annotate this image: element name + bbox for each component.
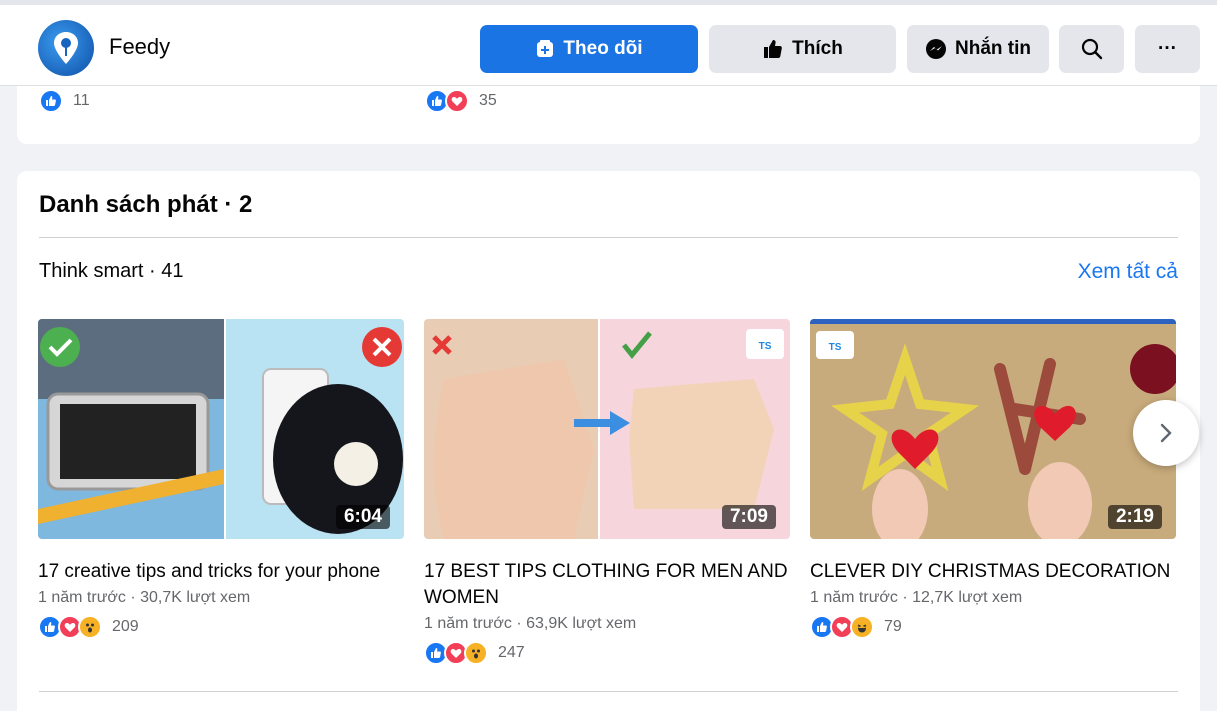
reaction-summary[interactable]: 79 bbox=[810, 615, 1176, 639]
see-all-link[interactable]: Xem tất cả bbox=[1078, 260, 1178, 284]
divider bbox=[39, 691, 1178, 692]
video-card[interactable]: TS 7:09 17 BEST TIPS CLOTHING FOR MEN AN… bbox=[424, 319, 790, 665]
video-meta: 1 năm trước · 30,7K lượt xem bbox=[38, 589, 251, 606]
more-options-button[interactable]: ··· bbox=[1135, 25, 1200, 73]
chevron-right-icon bbox=[1160, 423, 1172, 443]
follow-icon bbox=[537, 40, 554, 57]
video-meta: 1 năm trước · 12,7K lượt xem bbox=[810, 589, 1023, 606]
video-card[interactable]: TS 2:19 CLEVER DIY CHRISTMAS DECORATION … bbox=[810, 319, 1176, 639]
page-name[interactable]: Feedy bbox=[109, 34, 170, 60]
messenger-icon bbox=[926, 39, 946, 59]
follow-button[interactable]: Theo dõi bbox=[480, 25, 698, 73]
reaction-count: 11 bbox=[73, 92, 90, 109]
love-reaction-icon bbox=[445, 89, 469, 113]
video-card[interactable]: 6:04 17 creative tips and tricks for you… bbox=[38, 319, 404, 639]
playlists-section: Danh sách phát · 2 Think smart · 41 Xem … bbox=[17, 171, 1200, 711]
video-thumbnail[interactable]: 6:04 bbox=[38, 319, 404, 539]
video-title[interactable]: CLEVER DIY CHRISTMAS DECORATION bbox=[810, 559, 1176, 585]
svg-text:TS: TS bbox=[759, 341, 772, 352]
page-header: Feedy Theo dõi Thích Nhắn tin ··· bbox=[0, 0, 1217, 86]
wow-reaction-icon bbox=[464, 641, 488, 665]
video-thumbnail[interactable]: TS 2:19 bbox=[810, 319, 1176, 539]
svg-text:TS: TS bbox=[829, 342, 842, 353]
video-meta: 1 năm trước · 63,9K lượt xem bbox=[424, 615, 637, 632]
video-title[interactable]: 17 BEST TIPS CLOTHING FOR MEN AND WOMEN bbox=[424, 559, 790, 611]
thumbs-up-icon bbox=[764, 40, 782, 58]
reaction-count: 79 bbox=[884, 618, 902, 635]
like-label: Thích bbox=[792, 38, 843, 59]
search-button[interactable] bbox=[1059, 25, 1124, 73]
video-duration: 7:09 bbox=[721, 505, 776, 529]
reaction-summary[interactable]: 35 bbox=[425, 89, 497, 113]
message-label: Nhắn tin bbox=[955, 38, 1031, 59]
reaction-summary[interactable]: 247 bbox=[424, 641, 790, 665]
section-title: Danh sách phát · 2 bbox=[39, 191, 253, 218]
follow-label: Theo dõi bbox=[563, 38, 643, 59]
message-button[interactable]: Nhắn tin bbox=[907, 25, 1049, 73]
video-duration: 2:19 bbox=[1107, 505, 1162, 529]
video-duration: 6:04 bbox=[335, 505, 390, 529]
wow-reaction-icon bbox=[78, 615, 102, 639]
like-reaction-icon bbox=[39, 89, 63, 113]
reaction-count: 247 bbox=[498, 644, 525, 661]
video-title[interactable]: 17 creative tips and tricks for your pho… bbox=[38, 559, 404, 585]
reaction-summary[interactable]: 11 bbox=[39, 89, 90, 113]
video-thumbnail[interactable]: TS 7:09 bbox=[424, 319, 790, 539]
search-icon bbox=[1081, 38, 1102, 60]
reaction-summary[interactable]: 209 bbox=[38, 615, 404, 639]
playlist-title[interactable]: Think smart · 41 bbox=[39, 260, 183, 283]
reaction-count: 35 bbox=[479, 92, 497, 109]
page-logo[interactable] bbox=[38, 20, 94, 76]
like-page-button[interactable]: Thích bbox=[709, 25, 896, 73]
next-arrow-button[interactable] bbox=[1133, 400, 1199, 466]
reaction-count: 209 bbox=[112, 618, 139, 635]
haha-reaction-icon bbox=[850, 615, 874, 639]
more-icon: ··· bbox=[1158, 38, 1177, 59]
divider bbox=[39, 237, 1178, 238]
